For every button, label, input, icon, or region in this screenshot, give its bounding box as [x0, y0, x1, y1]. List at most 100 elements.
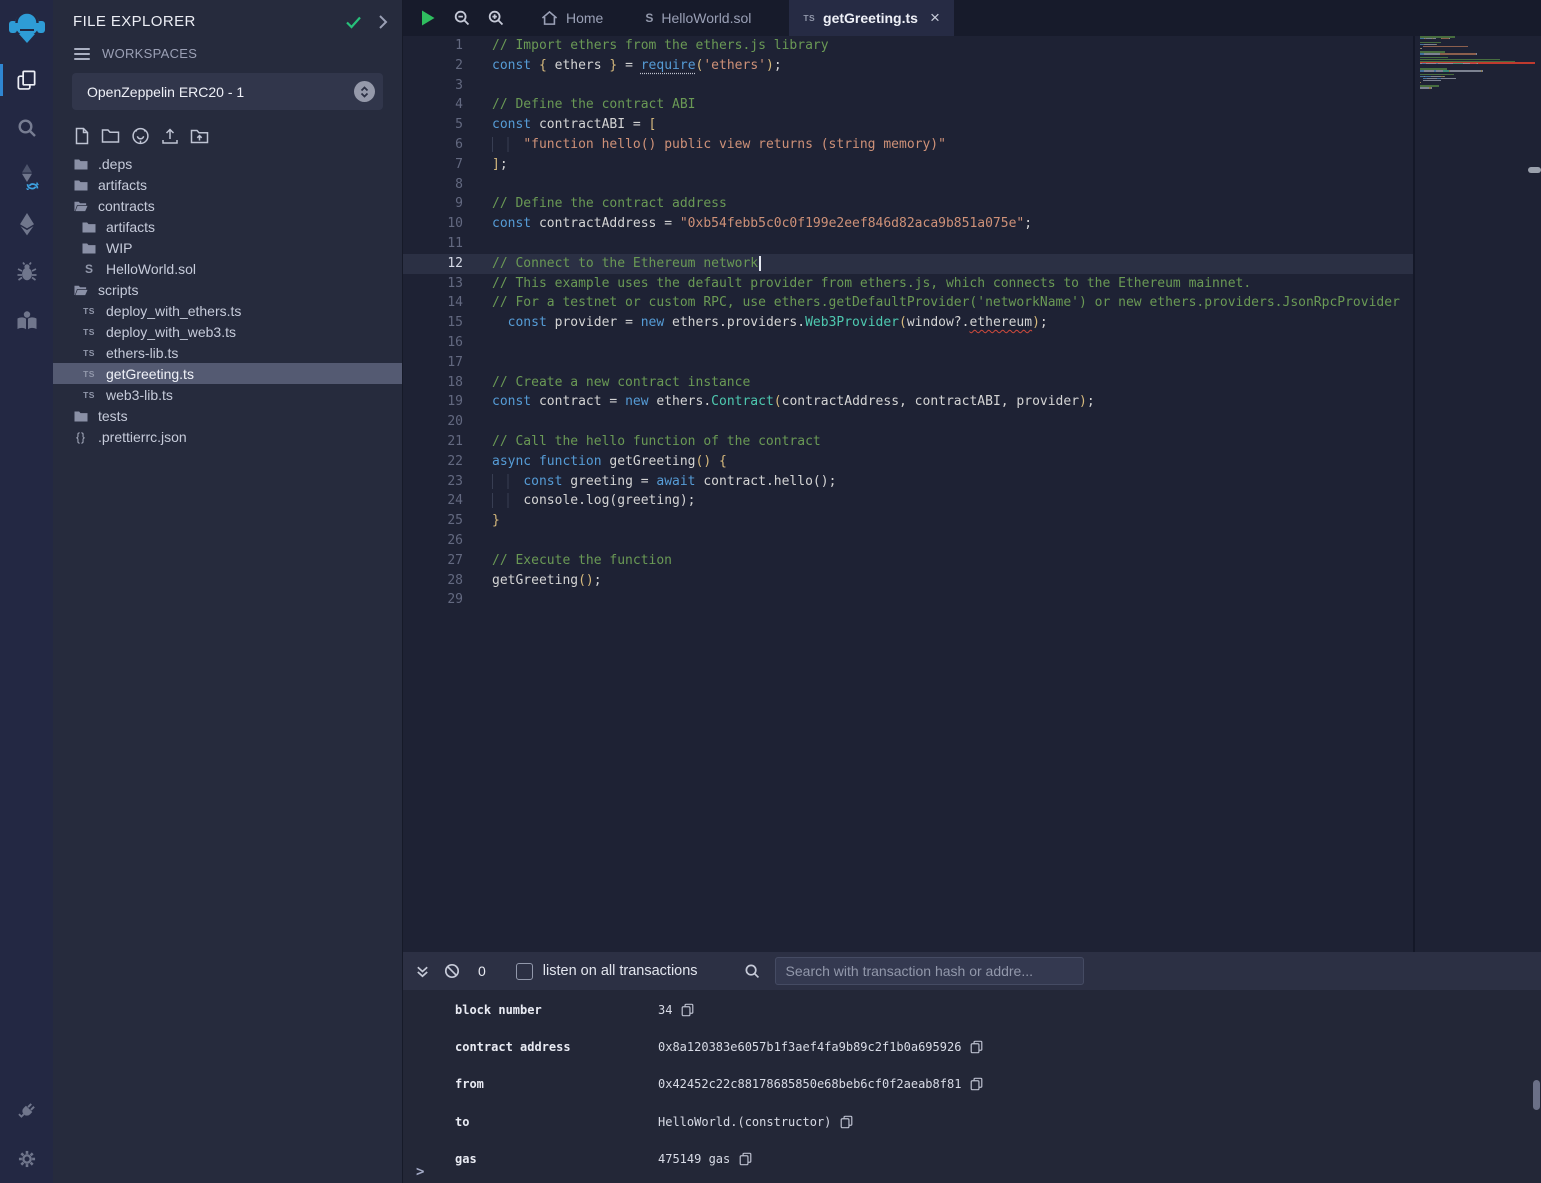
typescript-file-icon: TS: [803, 13, 815, 23]
tree-item-contracts[interactable]: contracts: [53, 195, 402, 216]
code-line-22[interactable]: 22async function getGreeting() {: [403, 452, 1413, 472]
tree-item-label: deploy_with_web3.ts: [106, 324, 236, 340]
close-tab-icon[interactable]: ×: [930, 8, 940, 28]
terminal-scrollbar-thumb[interactable]: [1533, 1080, 1540, 1110]
workspace-select[interactable]: OpenZeppelin ERC20 - 1: [72, 73, 383, 110]
code-line-29[interactable]: 29: [403, 590, 1413, 610]
copy-icon[interactable]: [739, 1152, 752, 1166]
zoom-out-icon[interactable]: [445, 0, 479, 36]
code-line-17[interactable]: 17: [403, 353, 1413, 373]
tree-item-getgreeting-ts[interactable]: TSgetGreeting.ts: [53, 363, 402, 384]
code-line-16[interactable]: 16: [403, 333, 1413, 353]
code-line-3[interactable]: 3: [403, 76, 1413, 96]
code-line-18[interactable]: 18// Create a new contract instance: [403, 373, 1413, 393]
tree-item-artifacts[interactable]: artifacts: [53, 174, 402, 195]
tree-item-label: .prettierrc.json: [98, 429, 187, 445]
code-line-20[interactable]: 20: [403, 412, 1413, 432]
code-line-5[interactable]: 5const contractABI = [: [403, 115, 1413, 135]
code-line-8[interactable]: 8: [403, 175, 1413, 195]
code-line-26[interactable]: 26: [403, 531, 1413, 551]
copy-icon[interactable]: [681, 1003, 694, 1017]
code-line-6[interactable]: 6 "function hello() public view returns …: [403, 135, 1413, 155]
code-line-27[interactable]: 27// Execute the function: [403, 551, 1413, 571]
tree-item-deploy-with-ethers-ts[interactable]: TSdeploy_with_ethers.ts: [53, 300, 402, 321]
code-lines: 1// Import ethers from the ethers.js lib…: [403, 36, 1413, 610]
ts-icon: TS: [82, 306, 96, 316]
tree-item-wip[interactable]: WIP: [53, 237, 402, 258]
code-line-25[interactable]: 25}: [403, 511, 1413, 531]
editor-scrollbar-thumb[interactable]: [1528, 167, 1541, 173]
code-line-1[interactable]: 1// Import ethers from the ethers.js lib…: [403, 36, 1413, 56]
code-line-9[interactable]: 9// Define the contract address: [403, 194, 1413, 214]
code-line-12[interactable]: 12// Connect to the Ethereum network: [403, 254, 1413, 274]
copy-icon[interactable]: [970, 1077, 983, 1091]
tree-item-label: getGreeting.ts: [106, 366, 194, 382]
listen-all-transactions-checkbox[interactable]: [516, 963, 533, 980]
copy-icon[interactable]: [970, 1040, 983, 1054]
folder-icon: [74, 410, 88, 422]
tab-home[interactable]: Home: [527, 0, 617, 36]
new-folder-icon[interactable]: [101, 128, 120, 144]
tree-item--deps[interactable]: .deps: [53, 153, 402, 174]
file-explorer-icon[interactable]: [0, 56, 53, 104]
tab-helloworld-sol[interactable]: S HelloWorld.sol: [631, 0, 765, 36]
tab-getgreeting-ts[interactable]: TS getGreeting.ts ×: [789, 0, 954, 36]
tab-helloworld-label: HelloWorld.sol: [661, 10, 751, 26]
upload-file-icon[interactable]: [161, 127, 179, 145]
solidity-compiler-icon[interactable]: [0, 152, 53, 200]
code-line-23[interactable]: 23 const greeting = await contract.hello…: [403, 472, 1413, 492]
clear-console-icon[interactable]: [444, 963, 460, 979]
code-line-11[interactable]: 11: [403, 234, 1413, 254]
workspaces-label: WORKSPACES: [102, 46, 197, 61]
collapse-terminal-icon[interactable]: [415, 964, 430, 979]
deploy-and-run-icon[interactable]: [0, 200, 53, 248]
code-line-19[interactable]: 19const contract = new ethers.Contract(c…: [403, 392, 1413, 412]
terminal-search-input[interactable]: [775, 957, 1084, 985]
run-script-icon[interactable]: [411, 0, 445, 36]
tx-detail-row-gas: gas475149 gas: [403, 1141, 1541, 1178]
search-icon[interactable]: [0, 104, 53, 152]
tree-item-ethers-lib-ts[interactable]: TSethers-lib.ts: [53, 342, 402, 363]
tree-item--prettierrc-json[interactable]: {}.prettierrc.json: [53, 426, 402, 447]
explorer-toolbar: [53, 116, 402, 153]
terminal-prompt[interactable]: >: [416, 1164, 424, 1180]
code-line-2[interactable]: 2const { ethers } = require('ethers');: [403, 56, 1413, 76]
ts-icon: TS: [82, 348, 96, 358]
file-explorer-panel: FILE EXPLORER WORKSPACES OpenZeppelin ER…: [53, 0, 403, 1183]
remix-logo-icon[interactable]: [0, 0, 53, 56]
chevron-right-icon[interactable]: [378, 14, 388, 30]
tx-detail-value: 475149 gas: [658, 1152, 730, 1166]
check-icon[interactable]: [345, 15, 362, 29]
tree-item-label: .deps: [98, 156, 132, 172]
upload-folder-icon[interactable]: [190, 128, 209, 145]
solidity-unit-testing-icon[interactable]: [0, 296, 53, 344]
code-editor[interactable]: 1// Import ethers from the ethers.js lib…: [403, 36, 1541, 952]
tree-item-scripts[interactable]: scripts: [53, 279, 402, 300]
workspaces-menu-icon[interactable]: [74, 48, 90, 60]
tree-item-helloworld-sol[interactable]: SHelloWorld.sol: [53, 258, 402, 279]
code-line-21[interactable]: 21// Call the hello function of the cont…: [403, 432, 1413, 452]
code-line-24[interactable]: 24 console.log(greeting);: [403, 491, 1413, 511]
code-line-4[interactable]: 4// Define the contract ABI: [403, 95, 1413, 115]
github-icon[interactable]: [131, 127, 150, 145]
debugger-icon[interactable]: [0, 248, 53, 296]
code-line-14[interactable]: 14// For a testnet or custom RPC, use et…: [403, 293, 1413, 313]
settings-icon[interactable]: [0, 1135, 53, 1183]
code-line-7[interactable]: 7];: [403, 155, 1413, 175]
code-line-28[interactable]: 28getGreeting();: [403, 571, 1413, 591]
tree-item-label: scripts: [98, 282, 138, 298]
code-line-10[interactable]: 10const contractAddress = "0xb54febb5c0c…: [403, 214, 1413, 234]
plugin-manager-icon[interactable]: [0, 1087, 53, 1135]
tree-item-web3-lib-ts[interactable]: TSweb3-lib.ts: [53, 384, 402, 405]
new-file-icon[interactable]: [74, 127, 90, 145]
copy-icon[interactable]: [840, 1115, 853, 1129]
code-line-15[interactable]: 15 const provider = new ethers.providers…: [403, 313, 1413, 333]
tree-item-tests[interactable]: tests: [53, 405, 402, 426]
tree-item-artifacts[interactable]: artifacts: [53, 216, 402, 237]
file-tree: .depsartifactscontractsartifactsWIPSHell…: [53, 153, 402, 447]
tree-item-deploy-with-web3-ts[interactable]: TSdeploy_with_web3.ts: [53, 321, 402, 342]
tx-detail-label: to: [455, 1115, 658, 1129]
code-line-13[interactable]: 13// This example uses the default provi…: [403, 274, 1413, 294]
minimap[interactable]: [1420, 36, 1535, 91]
zoom-in-icon[interactable]: [479, 0, 513, 36]
